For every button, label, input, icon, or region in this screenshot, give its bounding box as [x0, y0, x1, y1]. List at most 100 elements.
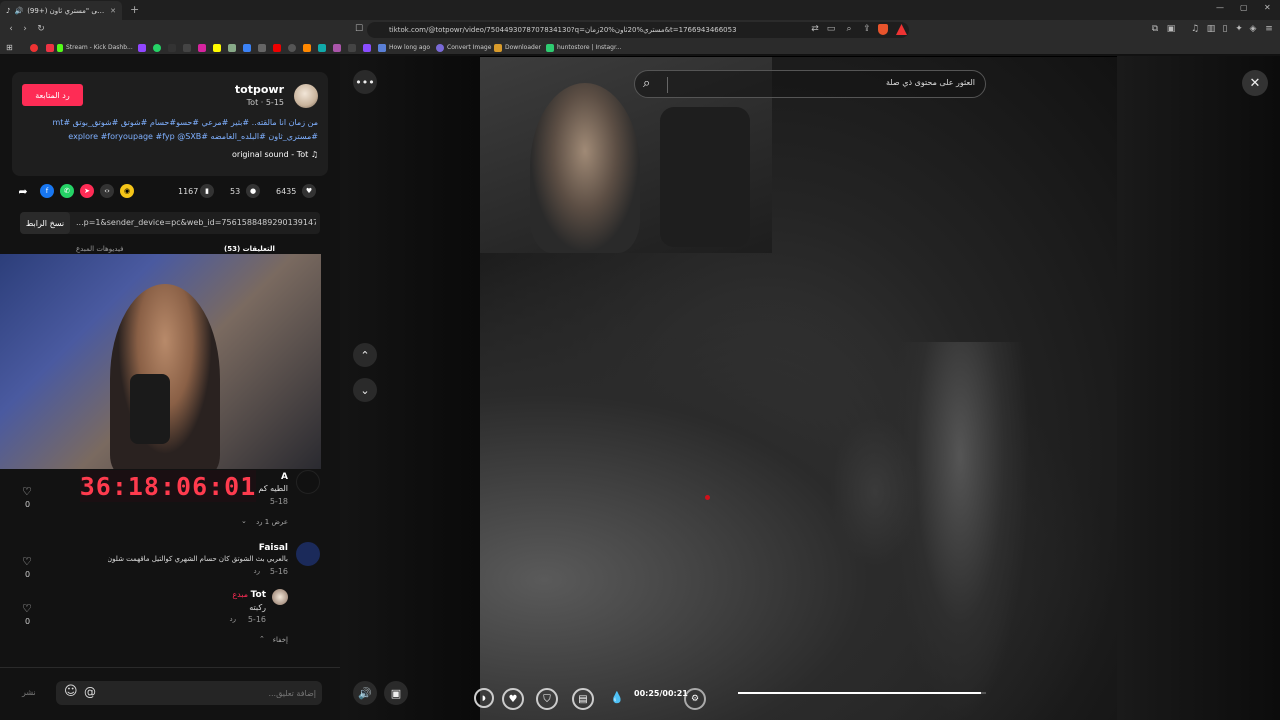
brave-shield-icon[interactable] [878, 24, 888, 35]
bookmark-dark-icon [348, 43, 356, 52]
avatar[interactable] [294, 84, 318, 108]
menu-icon[interactable]: ≡ [1264, 24, 1274, 34]
bookmark-downloader[interactable]: Downloader [494, 42, 541, 53]
tab-title: (99+) الرد على "مستري ثاون" | Tot... [27, 6, 106, 15]
zoom-icon[interactable]: ⌕ [844, 24, 854, 34]
video-search-box[interactable]: ⌕ العثور على محتوى ذي صلة [634, 70, 986, 98]
browser-toolbar: ‹ › ↻ ☐ tiktok.com/@totpowr/video/750449… [0, 20, 1280, 40]
comment-like-count: 0 [25, 500, 31, 509]
bookmark-red[interactable] [30, 42, 38, 53]
comment-input[interactable] [106, 685, 316, 701]
bookmark-icons-row[interactable] [138, 42, 386, 53]
maximize-button[interactable]: ▢ [1240, 3, 1248, 12]
bookmark-convert-image-label: Convert Image [447, 44, 492, 51]
cast-icon[interactable]: ▭ [826, 24, 836, 34]
comment-author[interactable]: Tot [251, 590, 266, 600]
comment-like-icon[interactable]: ♡ [22, 602, 32, 615]
wallet-icon[interactable]: ▣ [1166, 24, 1176, 34]
comment-reply-link[interactable]: رد [254, 567, 261, 575]
back-icon[interactable]: ‹ [6, 24, 16, 34]
facebook-icon[interactable]: f [40, 184, 54, 198]
instagram-icon [198, 43, 206, 52]
divider [0, 667, 340, 668]
whatsapp-share-icon[interactable]: ✆ [60, 184, 74, 198]
hide-replies-link[interactable]: إخفاء [273, 636, 288, 644]
bookmark-how-long-ago[interactable]: How long ago [378, 42, 430, 53]
heart-icon[interactable]: ♥ [302, 184, 316, 198]
bookmark-icon[interactable]: ▮ [200, 184, 214, 198]
follow-back-button[interactable]: رد المتابعة [22, 84, 83, 106]
comment-date: 5-16 [247, 615, 266, 624]
webcam-overlay [0, 254, 321, 469]
username[interactable]: totpowr [235, 83, 284, 96]
forward-share-icon[interactable]: ➦ [16, 184, 30, 198]
tab-audio-icon[interactable]: 🔊 [14, 7, 23, 15]
volume-button[interactable]: 🔊 [353, 681, 377, 705]
microphone [130, 374, 170, 444]
tab-comments[interactable]: التعليقات (53) [224, 245, 275, 253]
bookmark-purple-icon [333, 43, 341, 52]
copy-link-button[interactable]: نسخ الرابط [20, 212, 70, 234]
sidebar-icon[interactable]: ▥ [1206, 24, 1216, 34]
comment-avatar[interactable] [272, 589, 288, 605]
comment-author[interactable]: Faisal [259, 543, 288, 553]
next-video-button[interactable]: ⌄ [353, 378, 377, 402]
view-replies-link[interactable]: عرض 1 رد [256, 518, 288, 526]
chevron-up-icon[interactable]: ⌃ [259, 635, 265, 643]
bookmark-kick[interactable]: Stream - Kick Dashb... [46, 42, 133, 53]
bookmark-downloader-label: Downloader [505, 44, 541, 51]
close-video-button[interactable]: ✕ [1242, 70, 1268, 96]
embed-icon[interactable]: ‹› [100, 184, 114, 198]
more-options-button[interactable]: ••• [353, 70, 377, 94]
browser-tab-bar: ♪ 🔊 (99+) الرد على "مستري ثاون" | Tot...… [0, 0, 1280, 20]
share-icon[interactable]: ⇪ [862, 24, 872, 34]
bookmark-convert-image[interactable]: Convert Image [436, 42, 491, 53]
mention-icon[interactable]: @ [84, 685, 96, 699]
video-time: 00:25/00:21 [634, 689, 688, 698]
post-comment-button[interactable]: نشر [22, 688, 36, 697]
extensions-icon[interactable]: ⧉ [1150, 24, 1160, 34]
media-icon[interactable]: ♫ [1190, 24, 1200, 34]
comment-like-icon[interactable]: ♡ [22, 555, 32, 568]
tab-creator-videos[interactable]: فيديوهات المبدع [76, 245, 123, 253]
reload-icon[interactable]: ↻ [36, 24, 46, 34]
previous-video-button[interactable]: ⌃ [353, 343, 377, 367]
bookmark-how-long-ago-label: How long ago [389, 44, 431, 51]
telegram-icon[interactable]: ➤ [80, 184, 94, 198]
progress-track[interactable] [738, 692, 986, 694]
vpn-icon[interactable]: ◈ [1248, 24, 1258, 34]
sound-link[interactable]: ♫ original sound - Tot [232, 150, 318, 159]
reading-list-icon[interactable]: ▯ [1220, 24, 1230, 34]
bookmark-huntostore[interactable]: huntostore | Instagr... [546, 42, 622, 53]
tab-close-icon[interactable]: ✕ [110, 7, 116, 15]
comment-like-icon[interactable]: ♡ [22, 485, 32, 498]
search-icon[interactable]: ⌕ [643, 76, 650, 91]
minimize-button[interactable]: — [1216, 3, 1224, 12]
close-window-button[interactable]: ✕ [1264, 3, 1271, 12]
comment-icon[interactable]: ● [246, 184, 260, 198]
browser-tab[interactable]: ♪ 🔊 (99+) الرد على "مستري ثاون" | Tot...… [0, 1, 122, 20]
apps-grid-icon[interactable]: ⊞ [6, 42, 13, 53]
search-divider [667, 77, 668, 93]
video-player[interactable] [480, 57, 1117, 720]
forward-icon[interactable]: › [20, 24, 30, 34]
emoji-icon[interactable]: ☺ [64, 684, 78, 699]
comment-input-box: ☺ @ [56, 681, 322, 705]
translate-icon[interactable]: ⇄ [810, 24, 820, 34]
comment-avatar[interactable] [296, 542, 320, 566]
likes-count: 6435 [276, 187, 297, 196]
comment-text: بالعربي بث الشوتق كان حسام الشهري كوالتي… [108, 555, 288, 563]
leo-icon[interactable]: ✦ [1234, 24, 1244, 34]
comment-reply-link[interactable]: رد [230, 615, 237, 623]
gift-icon[interactable]: ◉ [120, 184, 134, 198]
snap-icon [213, 43, 221, 52]
bookmark-page-icon[interactable]: ☐ [354, 24, 364, 34]
post-link[interactable]: ...p=1&sender_device=pc&web_id=756158848… [76, 218, 316, 227]
new-tab-button[interactable]: + [130, 3, 139, 16]
chevron-down-icon[interactable]: ⌄ [241, 517, 247, 525]
facecam-chair [660, 107, 750, 247]
miniplayer-button[interactable]: ▣ [384, 681, 408, 705]
comment-avatar[interactable] [296, 470, 320, 494]
bookmark-blue-icon [243, 43, 251, 52]
comment-author[interactable]: A [281, 472, 288, 482]
